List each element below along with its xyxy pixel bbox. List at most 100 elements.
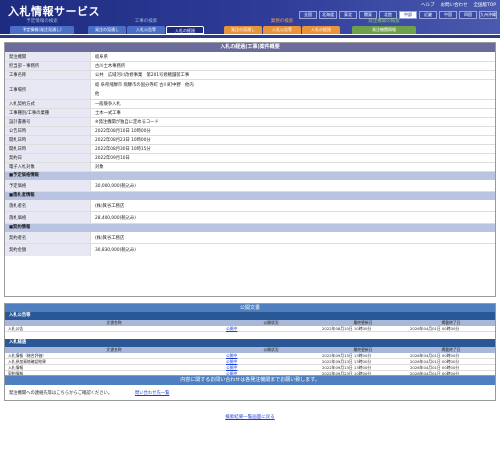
nav-group-agency: 発注機関の検索 発注機関情報 bbox=[352, 19, 416, 34]
row-label: 工事場所 bbox=[5, 80, 91, 99]
row-value: 28,400,000(税込み) bbox=[95, 215, 136, 221]
nav-group-title: 業務の検索 bbox=[270, 19, 294, 24]
row-value: 公共 広域河川改修事業 第201号修繕舗装工事 bbox=[95, 73, 190, 78]
info-row: 予定価格 30,000,000(税込み) bbox=[5, 180, 495, 192]
info-row: 入札契約方式 一般競争入札 bbox=[5, 100, 495, 109]
tab-service-notice[interactable]: 入札公告等 bbox=[263, 26, 301, 34]
row-value: 2022年08月23日 10時00分 bbox=[95, 138, 151, 143]
row-value: (株)箕谷工務店 bbox=[95, 203, 125, 209]
nav-group-title: 予定情報の検索 bbox=[26, 19, 58, 24]
tab-service-progress[interactable]: 入札の経過 bbox=[302, 26, 340, 34]
region-kinki[interactable]: 近畿 bbox=[419, 11, 437, 19]
row-value: 2022年08月10日 10時00分 bbox=[95, 129, 151, 134]
nav-group-construction: 工事の検索 発注の見通し 入札公告等 入札の経過 bbox=[88, 19, 204, 34]
location-line: 岐 阜県飛騨市 飛騨市の国分寺町 古川町中野 他内 bbox=[95, 83, 194, 88]
app-header: 入札情報サービス ヘルプ お問い合わせ 全国版TOP 全国 北海道 東北 関東 … bbox=[0, 0, 500, 34]
section-notice-docs: 入札公告等 bbox=[5, 312, 495, 320]
doc-updated: 2022年09月13日 13時00分 bbox=[322, 359, 372, 364]
info-row: 電子入札対象 対象 bbox=[5, 163, 495, 172]
doc-status-link[interactable]: 公開中 bbox=[223, 353, 319, 358]
region-hokuriku[interactable]: 北陸 bbox=[379, 11, 397, 19]
national-top-link[interactable]: 全国版TOP bbox=[473, 2, 496, 8]
tab-schedule-info[interactable]: 予定情報(発注見通し) bbox=[10, 26, 74, 34]
tab-agency-info[interactable]: 発注機関情報 bbox=[352, 26, 416, 34]
row-value: 岐 阜県飛騨市 飛騨市の国分寺町 古川町中野 他内他 bbox=[91, 80, 495, 99]
info-row: 工事場所岐 阜県飛騨市 飛騨市の国分寺町 古川町中野 他内他 bbox=[5, 80, 495, 100]
row-label: 設計書番号 bbox=[5, 118, 91, 126]
header-links: ヘルプ お問い合わせ 全国版TOP bbox=[421, 2, 496, 8]
info-row: 契約日 2022年09月10日 bbox=[5, 154, 495, 163]
app-title: 入札情報サービス bbox=[8, 5, 100, 18]
tab-construction-outlook[interactable]: 発注の見通し bbox=[88, 26, 126, 34]
case-summary-panel: 入札の経過(工事)案件概要 発注機関 岐阜県 担当部・事務所 古川土木事務所 工事名… bbox=[4, 42, 496, 297]
region-hokkaido[interactable]: 北海道 bbox=[319, 11, 337, 19]
help-link[interactable]: ヘルプ bbox=[421, 2, 435, 8]
contact-row: 発注機関への連絡先等はこちらからご確認ください。 問い合わせ先一覧 bbox=[5, 385, 495, 401]
row-value: 一般競争入札 bbox=[95, 102, 121, 107]
public-documents-panel: 公開文書 入札公告等 文書名称 公開状況 最終更新日 掲載終了日 入札公告 公開… bbox=[4, 303, 496, 385]
row-label: 発注機関 bbox=[5, 52, 91, 61]
doc-status-link[interactable]: 公開中 bbox=[223, 326, 319, 331]
info-row: 落札者名 (株)箕谷工務店 bbox=[5, 200, 495, 212]
row-value: 30,000,000(税込み) bbox=[95, 183, 136, 189]
row-label: 落札者名 bbox=[5, 200, 91, 211]
doc-updated: 2022年08月10日 10時00分 bbox=[322, 326, 372, 331]
contact-title: 内容に関するお問い合わせは各発注機関までお願い致します。 bbox=[5, 376, 495, 385]
info-row: 契約者名 (株)箕谷工務店 bbox=[5, 232, 495, 244]
row-value: ※発注機関が独自に定めるコード bbox=[95, 120, 159, 125]
doc-status-link[interactable]: 公開中 bbox=[223, 365, 319, 370]
row-label: 開札日時 bbox=[5, 145, 91, 153]
row-label: 契約者名 bbox=[5, 232, 91, 243]
contact-text: 発注機関への連絡先等はこちらからご確認ください。 bbox=[9, 391, 113, 396]
region-selector: 全国 北海道 東北 関東 北陸 中部 近畿 中国 四国 九州沖縄 bbox=[299, 11, 497, 19]
doc-updated: 2022年09月13日 13時00分 bbox=[322, 353, 372, 358]
nav-tabs: 予定情報の検索 予定情報(発注見通し) 工事の検索 発注の見通し 入札公告等 入… bbox=[0, 19, 500, 35]
nav-group-title: 発注機関の検索 bbox=[368, 19, 400, 24]
row-value: 2022年08月30日 10時15分 bbox=[95, 147, 151, 152]
contact-link[interactable]: お問い合わせ bbox=[440, 2, 467, 8]
row-value: 岐阜県 bbox=[95, 54, 108, 60]
tab-service-outlook[interactable]: 発注の見通し bbox=[224, 26, 262, 34]
region-chugoku[interactable]: 中国 bbox=[439, 11, 457, 19]
row-label: 工事種別/工事の業種 bbox=[5, 109, 91, 117]
row-label: 電子入札対象 bbox=[5, 163, 91, 171]
row-label: 開札日時 bbox=[5, 136, 91, 144]
row-label: 契約金額 bbox=[5, 244, 91, 256]
row-label: 工事名称 bbox=[5, 71, 91, 79]
row-label: 予定価格 bbox=[5, 180, 91, 191]
info-row: 開札日時 2022年08月23日 10時00分 bbox=[5, 136, 495, 145]
back-to-results-link[interactable]: 検索結果一覧画面に戻る bbox=[0, 414, 500, 420]
row-label: 公告日時 bbox=[5, 127, 91, 135]
info-row: 設計書番号 ※発注機関が独自に定めるコード bbox=[5, 118, 495, 127]
row-label: 入札契約方式 bbox=[5, 100, 91, 108]
region-national[interactable]: 全国 bbox=[299, 11, 317, 19]
doc-status-link[interactable]: 公開中 bbox=[223, 359, 319, 364]
info-row: 開札日時 2022年08月30日 10時15分 bbox=[5, 145, 495, 154]
info-row: 落札価格 28,400,000(税込み) bbox=[5, 212, 495, 224]
case-summary-title: 入札の経過(工事)案件概要 bbox=[5, 43, 495, 52]
row-value: 30,830,000(税込み) bbox=[95, 248, 136, 253]
region-kyushu[interactable]: 九州沖縄 bbox=[479, 11, 497, 19]
nav-group-title: 工事の検索 bbox=[134, 19, 158, 24]
info-row: 工事種別/工事の業種 土木一式工事 bbox=[5, 109, 495, 118]
info-row: 工事名称 公共 広域河川改修事業 第201号修繕舗装工事 bbox=[5, 71, 495, 80]
info-row: 公告日時 2022年08月10日 10時00分 bbox=[5, 127, 495, 136]
contact-list-link[interactable]: 問い合わせ先一覧 bbox=[135, 390, 169, 396]
row-value: 2022年09月10日 bbox=[95, 156, 130, 161]
tab-construction-progress[interactable]: 入札の経過 bbox=[166, 26, 204, 34]
doc-name: 入札参加資格確認結果 bbox=[8, 359, 46, 364]
region-shikoku[interactable]: 四国 bbox=[459, 11, 477, 19]
info-row: 発注機関 岐阜県 bbox=[5, 52, 495, 62]
row-value: (株)箕谷工務店 bbox=[95, 235, 125, 241]
section-estimate: ■予定価格情報 bbox=[5, 172, 495, 180]
tab-construction-notice[interactable]: 入札公告等 bbox=[127, 26, 165, 34]
info-row: 担当部・事務所 古川土木事務所 bbox=[5, 62, 495, 71]
public-documents-title: 公開文書 bbox=[5, 304, 495, 312]
row-value: 古川土木事務所 bbox=[95, 64, 126, 69]
region-kanto[interactable]: 関東 bbox=[359, 11, 377, 19]
region-chubu[interactable]: 中部 bbox=[399, 11, 417, 19]
row-value: 土木一式工事 bbox=[95, 111, 121, 116]
nav-group-service: 業務の検索 発注の見通し 入札公告等 入札の経過 bbox=[224, 19, 340, 34]
header-divider bbox=[0, 35, 500, 38]
region-tohoku[interactable]: 東北 bbox=[339, 11, 357, 19]
